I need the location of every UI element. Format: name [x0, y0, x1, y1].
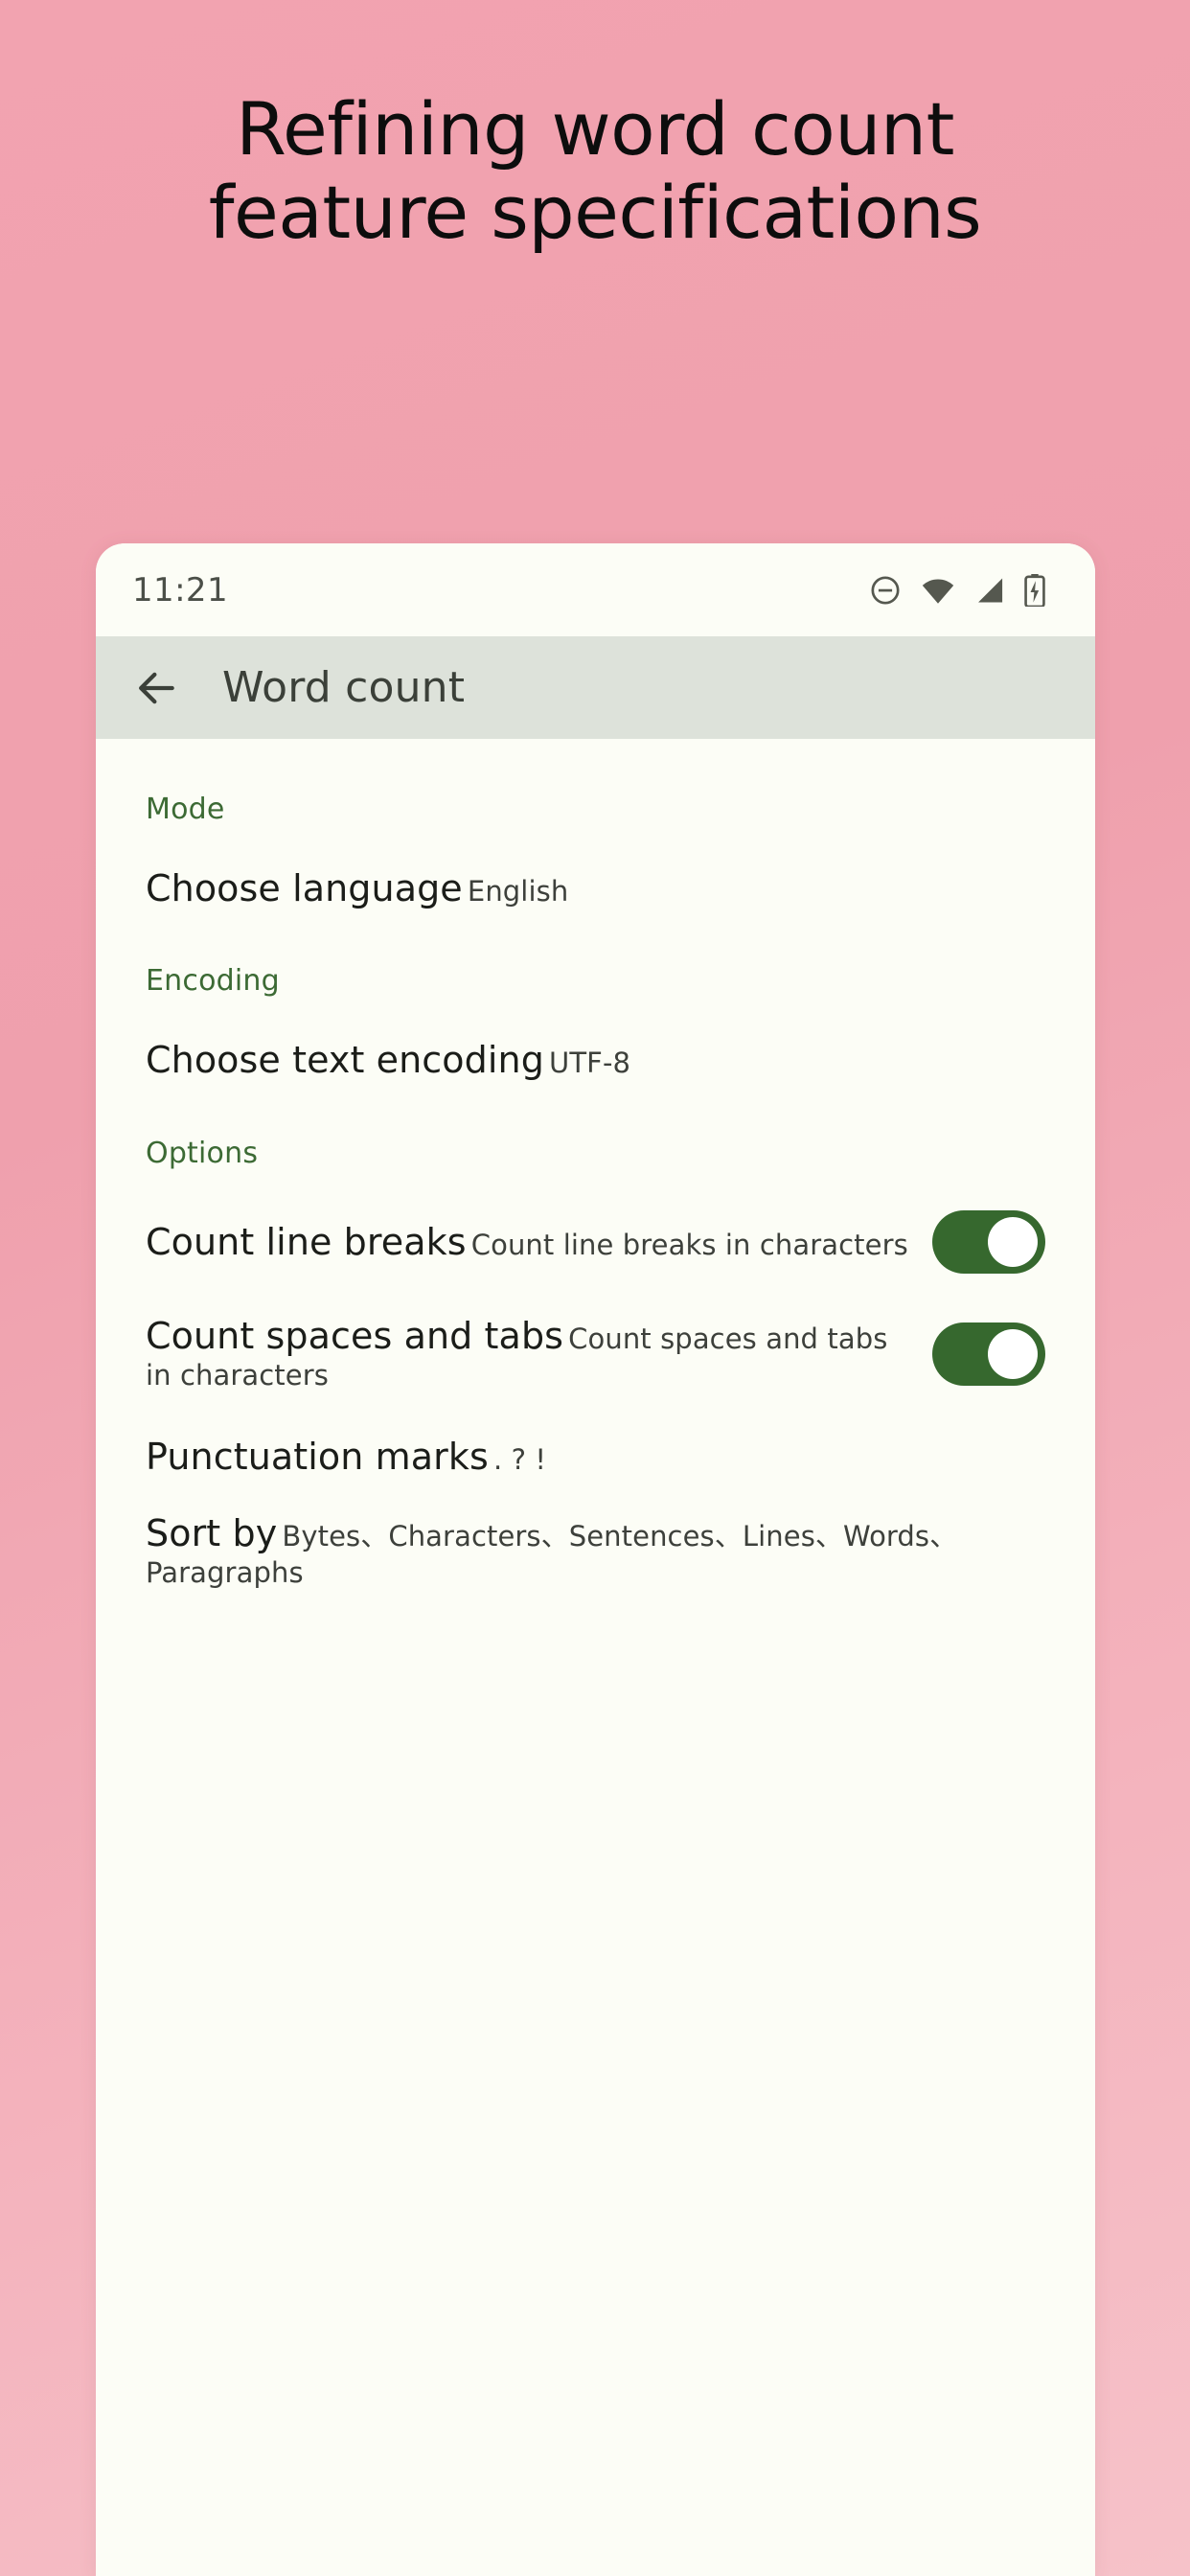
status-bar-icons — [869, 573, 1045, 607]
setting-row-count-line-breaks[interactable]: Count line breaks Count line breaks in c… — [96, 1170, 1095, 1274]
setting-title: Count line breaks — [146, 1220, 467, 1263]
setting-subtitle: Count line breaks in characters — [470, 1228, 908, 1261]
setting-row-text: Count line breaks Count line breaks in c… — [146, 1220, 909, 1264]
section-header-mode: Mode — [146, 793, 225, 826]
toggle-knob — [988, 1328, 1038, 1379]
setting-row-count-spaces-and-tabs[interactable]: Count spaces and tabs Count spaces and t… — [96, 1274, 1095, 1394]
setting-row-choose-language[interactable]: Choose language English — [96, 826, 1095, 910]
setting-row-text: Count spaces and tabs Count spaces and t… — [146, 1314, 909, 1394]
setting-row-choose-text-encoding[interactable]: Choose text encoding UTF-8 — [96, 998, 1095, 1082]
setting-title: Punctuation marks — [146, 1435, 489, 1478]
setting-row-text: Choose text encoding UTF-8 — [146, 1038, 1045, 1082]
setting-row-text: Sort by Bytes、Characters、Sentences、Lines… — [146, 1511, 1045, 1592]
phone-screenshot-card: 11:21 Word count Mode Choose language En… — [96, 543, 1095, 2576]
promo-headline-line-1: Refining word count — [236, 86, 954, 172]
cellular-signal-icon — [974, 576, 1005, 605]
setting-row-text: Choose language English — [146, 866, 1045, 910]
settings-list: Mode Choose language English Encoding Ch… — [96, 739, 1095, 2576]
battery-charging-icon — [1024, 573, 1045, 607]
toggle-count-spaces-and-tabs[interactable] — [932, 1322, 1045, 1386]
setting-subtitle: . ? ! — [492, 1442, 547, 1476]
setting-title: Sort by — [146, 1512, 278, 1555]
promo-headline-line-2: feature specifications — [208, 169, 982, 255]
promo-headline: Refining word count feature specificatio… — [0, 86, 1190, 255]
setting-row-punctuation-marks[interactable]: Punctuation marks . ? ! — [96, 1394, 1095, 1479]
setting-title: Count spaces and tabs — [146, 1314, 564, 1357]
setting-row-text: Punctuation marks . ? ! — [146, 1435, 1045, 1479]
setting-subtitle: English — [467, 875, 569, 908]
back-arrow-icon[interactable] — [128, 660, 184, 716]
setting-title: Choose text encoding — [146, 1039, 544, 1082]
app-bar: Word count — [96, 636, 1095, 739]
wifi-icon — [921, 576, 955, 605]
toggle-knob — [988, 1216, 1038, 1267]
setting-title: Choose language — [146, 867, 463, 909]
status-bar: 11:21 — [96, 543, 1095, 636]
toggle-count-line-breaks[interactable] — [932, 1209, 1045, 1274]
page-title: Word count — [222, 663, 466, 712]
section-header-options: Options — [146, 1136, 259, 1170]
setting-subtitle: UTF-8 — [549, 1046, 631, 1080]
do-not-disturb-icon — [869, 574, 902, 607]
section-header-encoding: Encoding — [146, 964, 280, 999]
status-bar-clock: 11:21 — [132, 570, 228, 610]
setting-row-sort-by[interactable]: Sort by Bytes、Characters、Sentences、Lines… — [96, 1479, 1095, 1592]
